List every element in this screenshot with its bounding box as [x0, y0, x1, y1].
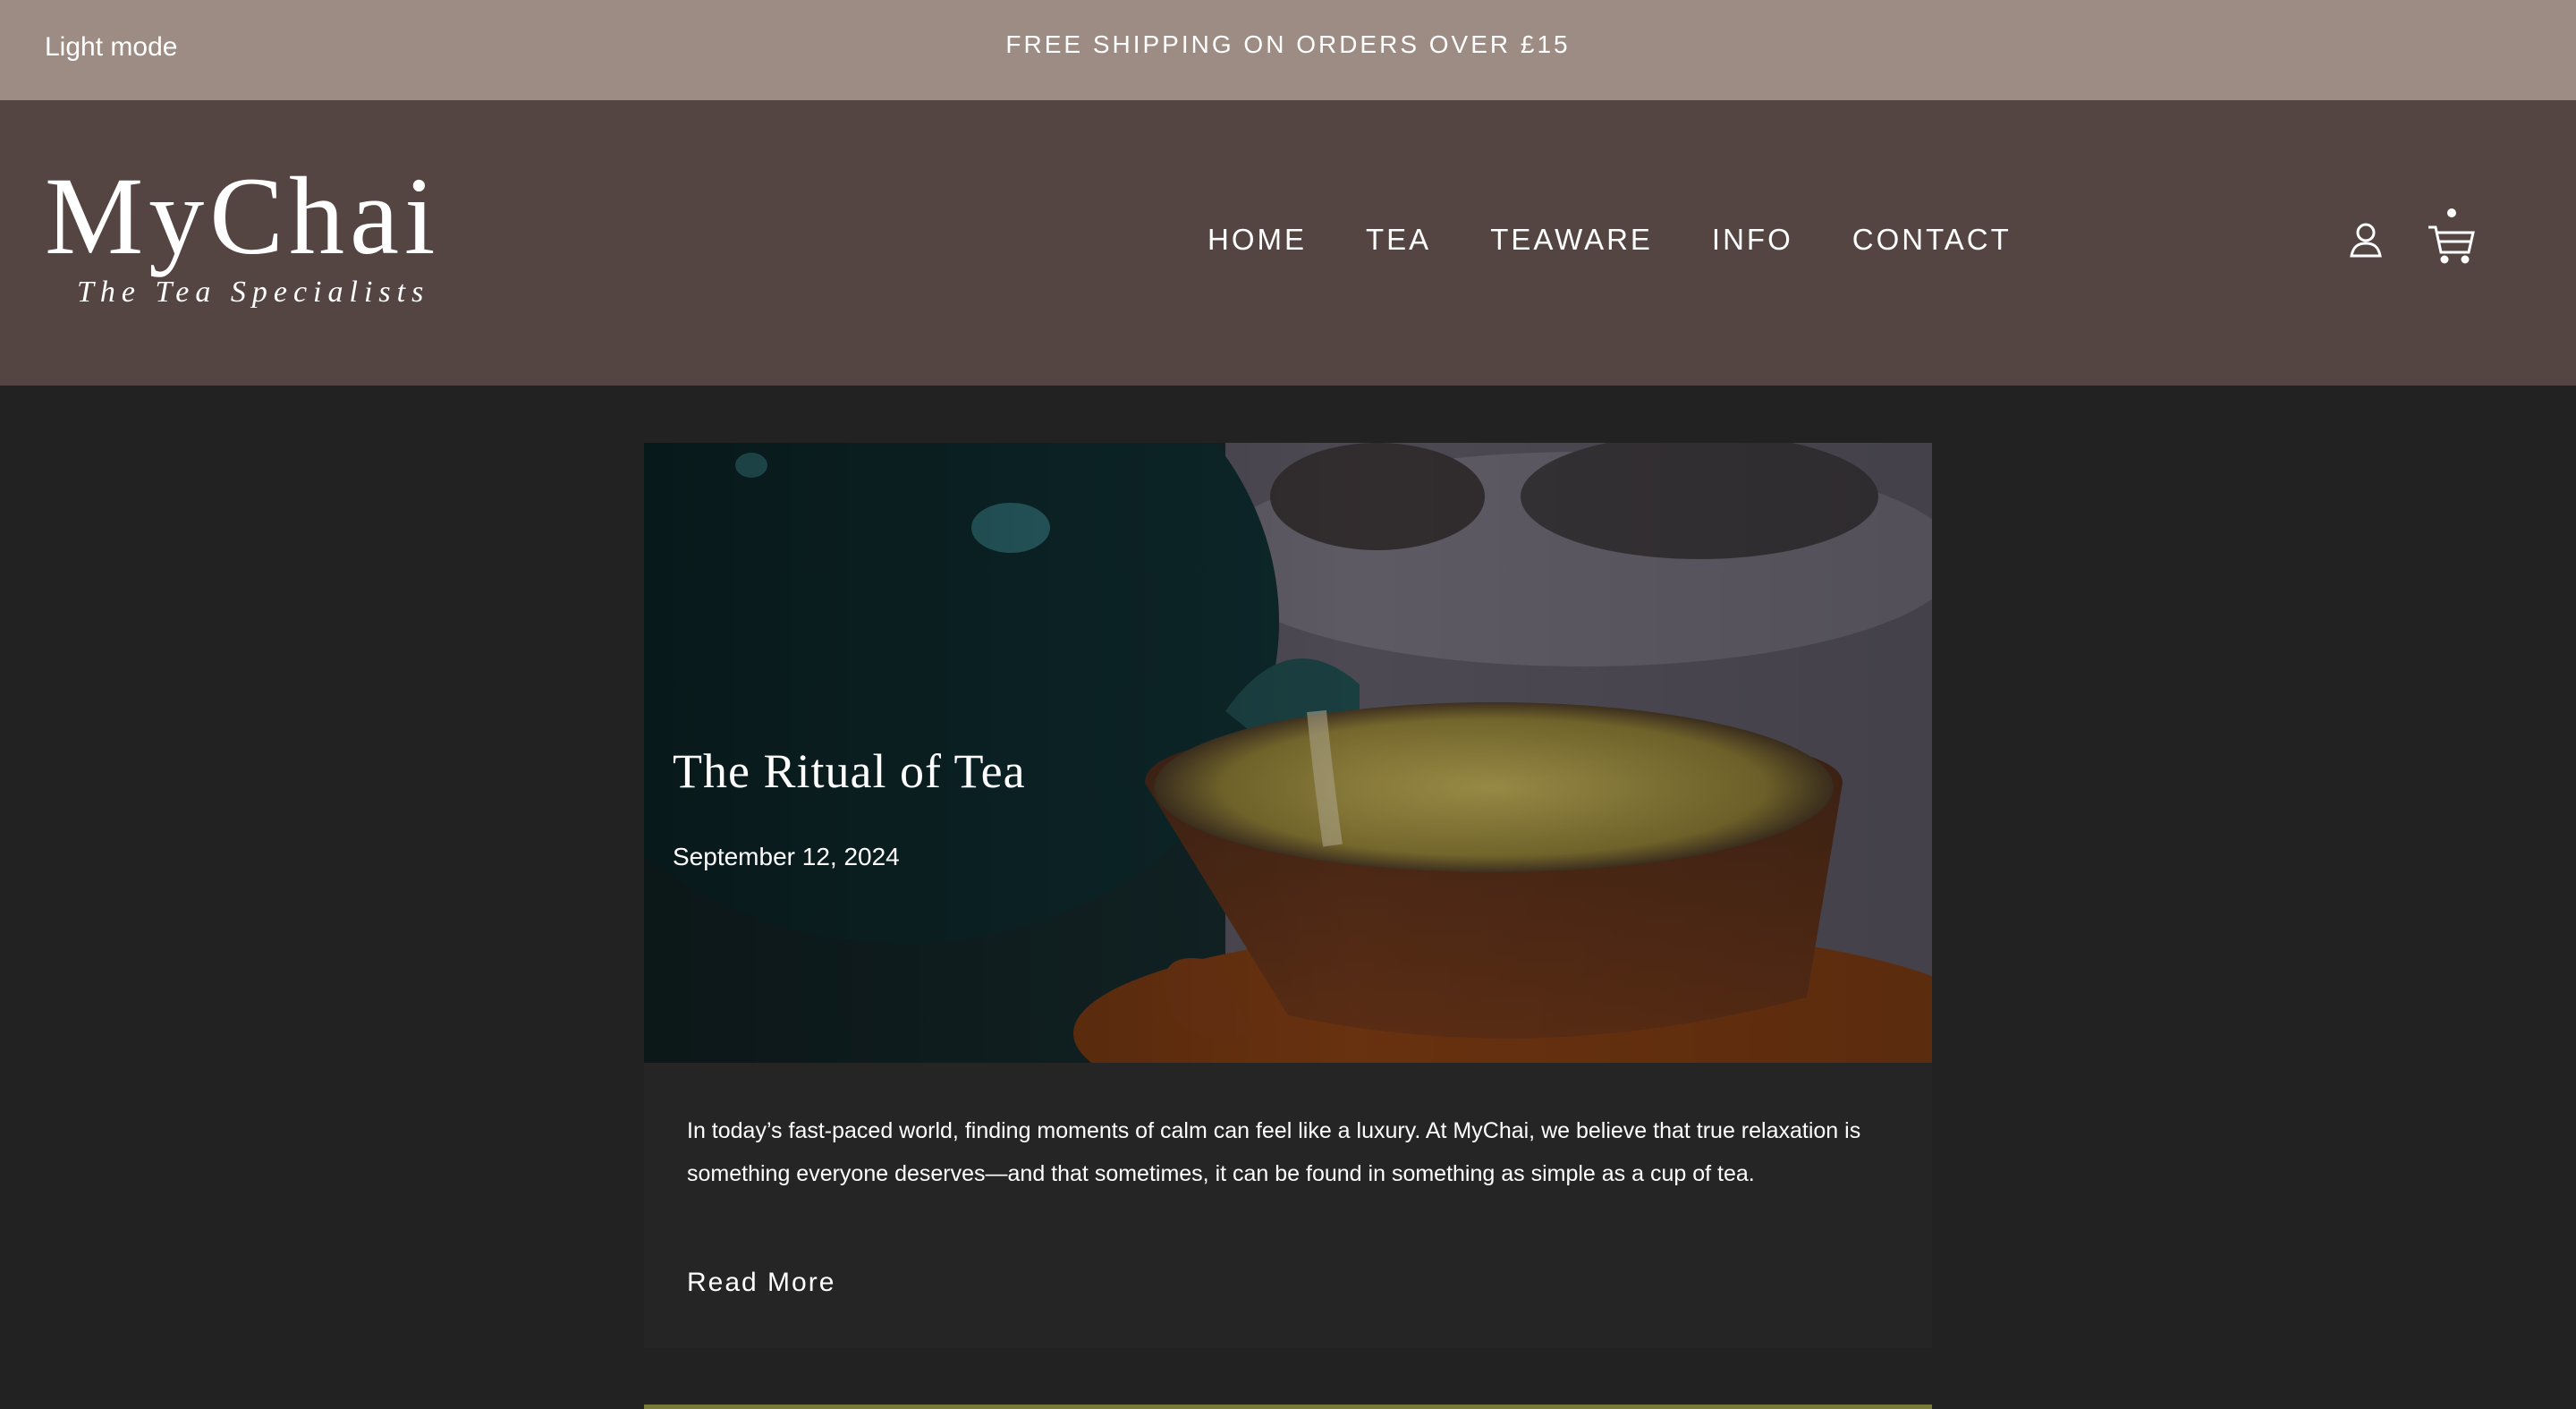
logo[interactable]: MyChai The Tea Specialists	[45, 161, 492, 310]
site-header: MyChai The Tea Specialists HOME TEA TEAW…	[0, 100, 2576, 386]
nav-home[interactable]: HOME	[1208, 223, 1307, 257]
nav-contact[interactable]: CONTACT	[1852, 223, 2012, 257]
main-nav: HOME TEA TEAWARE INFO CONTACT	[1208, 223, 2012, 257]
shipping-announcement: FREE SHIPPING ON ORDERS OVER £15	[1005, 30, 1571, 58]
article-date: September 12, 2024	[673, 843, 900, 870]
logo-title: MyChai	[45, 155, 441, 277]
article-hero-image[interactable]: The Ritual of Tea September 12, 2024	[644, 443, 1932, 1063]
article-excerpt: In today’s fast-paced world, finding mom…	[687, 1118, 1861, 1186]
nav-tea[interactable]: TEA	[1366, 223, 1431, 257]
logo-subtitle: The Tea Specialists	[77, 276, 430, 309]
cart-icon	[2428, 208, 2475, 264]
read-more-link[interactable]: Read More	[687, 1268, 835, 1298]
cart-button[interactable]	[2426, 208, 2478, 265]
next-article-card-edge	[644, 1405, 1932, 1409]
account-icon	[2350, 223, 2382, 258]
nav-info[interactable]: INFO	[1712, 223, 1793, 257]
article-title[interactable]: The Ritual of Tea	[673, 743, 1026, 799]
nav-teaware[interactable]: TEAWARE	[1490, 223, 1653, 257]
article-card: The Ritual of Tea September 12, 2024 In …	[644, 443, 1932, 1348]
announcement-bar: Light mode FREE SHIPPING ON ORDERS OVER …	[0, 0, 2576, 100]
account-button[interactable]	[2341, 215, 2391, 265]
